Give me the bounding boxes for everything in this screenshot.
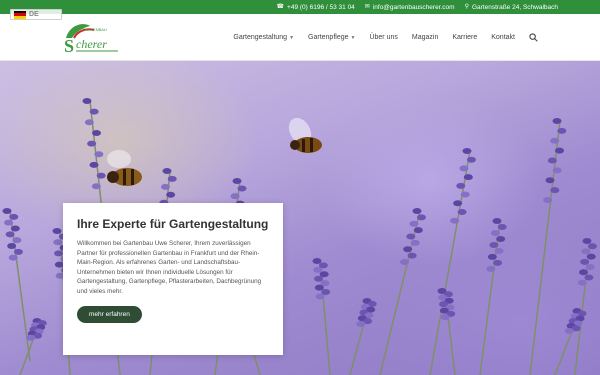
nav-label: Magazin: [411, 34, 439, 41]
email-address: info@gartenbauscherer.com: [372, 3, 455, 11]
lavender-stalk: [554, 308, 587, 375]
nav-karriere[interactable]: Karriere: [452, 34, 477, 41]
svg-text:S: S: [64, 36, 74, 56]
nav-gartengestaltung[interactable]: Gartengestaltung ▼: [233, 34, 294, 41]
nav-label: Kontakt: [491, 34, 515, 41]
lavender-stalk: [429, 148, 476, 375]
nav-label: Gartenpflege: [308, 34, 349, 41]
envelope-icon: ✉: [364, 4, 370, 10]
map-pin-icon: ⚲: [464, 4, 469, 10]
nav-label: Über uns: [369, 34, 398, 41]
nav-magazin[interactable]: Magazin: [412, 34, 438, 41]
phone-icon: ☎: [276, 4, 285, 10]
lavender-stalk: [529, 118, 567, 375]
nav-kontakt[interactable]: Kontakt: [491, 34, 515, 41]
main-navigation: Gartengestaltung ▼ Gartenpflege ▼ Über u…: [233, 14, 538, 61]
language-code: DE: [29, 11, 39, 18]
address-link[interactable]: ⚲ Gartenstraße 24, Schwalbach: [465, 4, 558, 11]
svg-text:cherer: cherer: [76, 37, 107, 51]
lavender-stalk: [19, 318, 47, 375]
lavender-stalk: [349, 298, 377, 375]
company-logo[interactable]: GARTENBAU S cherer: [60, 18, 150, 58]
site-header: GARTENBAU S cherer Gartengestaltung ▼ Ga…: [0, 14, 600, 61]
lavender-stalk: [312, 258, 331, 375]
lavender-stalk: [574, 238, 597, 375]
bee-icon: [107, 150, 142, 186]
chevron-down-icon: ▼: [350, 34, 356, 41]
nav-ueber-uns[interactable]: Über uns: [369, 34, 397, 41]
lavender-stalk: [437, 288, 456, 375]
card-text: Willkommen bei Gartenbau Uwe Scherer, Ih…: [77, 240, 262, 295]
email-link[interactable]: ✉ info@gartenbauscherer.com: [365, 4, 455, 11]
intro-card: Ihre Experte für Gartengestaltung Willko…: [63, 203, 283, 355]
germany-flag-icon: [14, 10, 26, 19]
bee-icon: [288, 117, 322, 153]
learn-more-button[interactable]: mehr erfahren: [77, 305, 142, 323]
chevron-down-icon: ▼: [289, 34, 295, 41]
contact-bar: ☎ +49 (0) 6196 / 53 31 04 ✉ info@gartenb…: [0, 0, 600, 14]
address-text: Gartenstraße 24, Schwalbach: [472, 3, 558, 11]
nav-label: Karriere: [452, 34, 478, 41]
card-title: Ihre Experte für Gartengestaltung: [77, 217, 269, 231]
logo-tagline: GARTENBAU: [82, 27, 107, 32]
phone-link[interactable]: ☎ +49 (0) 6196 / 53 31 04: [277, 4, 355, 11]
lavender-stalk: [379, 208, 426, 375]
lavender-stalk: [2, 208, 31, 362]
nav-gartenpflege[interactable]: Gartenpflege ▼: [308, 34, 355, 41]
phone-number: +49 (0) 6196 / 53 31 04: [287, 3, 355, 11]
search-icon[interactable]: [529, 33, 538, 42]
nav-label: Gartengestaltung: [233, 34, 288, 41]
lavender-stalk: [479, 218, 507, 375]
language-switcher[interactable]: DE: [10, 9, 62, 20]
